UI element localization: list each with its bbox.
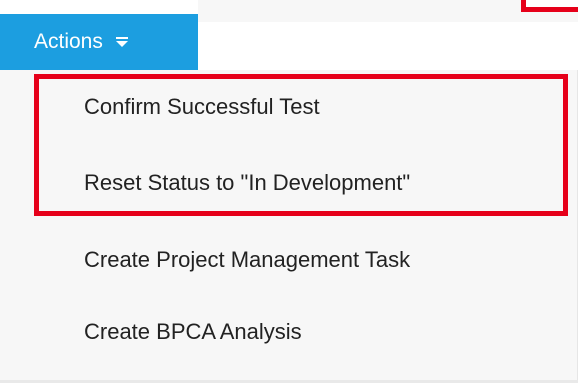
menu-item-label: Confirm Successful Test	[84, 94, 320, 119]
menu-item-label: Create Project Management Task	[84, 247, 411, 272]
menu-item-create-project-management-task[interactable]: Create Project Management Task	[0, 224, 578, 296]
menu-item-confirm-successful-test[interactable]: Confirm Successful Test	[0, 74, 578, 140]
annotation-corner-highlight	[521, 0, 578, 12]
chevron-down-icon	[115, 36, 129, 48]
screenshot-canvas: Actions Confirm Successful Test Reset St…	[0, 0, 578, 383]
menu-item-create-bpca-analysis[interactable]: Create BPCA Analysis	[0, 296, 578, 368]
actions-dropdown-button[interactable]: Actions	[0, 14, 198, 70]
menu-item-label: Create BPCA Analysis	[84, 319, 302, 344]
actions-button-label: Actions	[34, 30, 103, 53]
menu-item-reset-status[interactable]: Reset Status to "In Development"	[0, 146, 578, 220]
actions-dropdown-menu: Confirm Successful Test Reset Status to …	[0, 70, 578, 383]
menu-item-label: Reset Status to "In Development"	[84, 170, 411, 195]
